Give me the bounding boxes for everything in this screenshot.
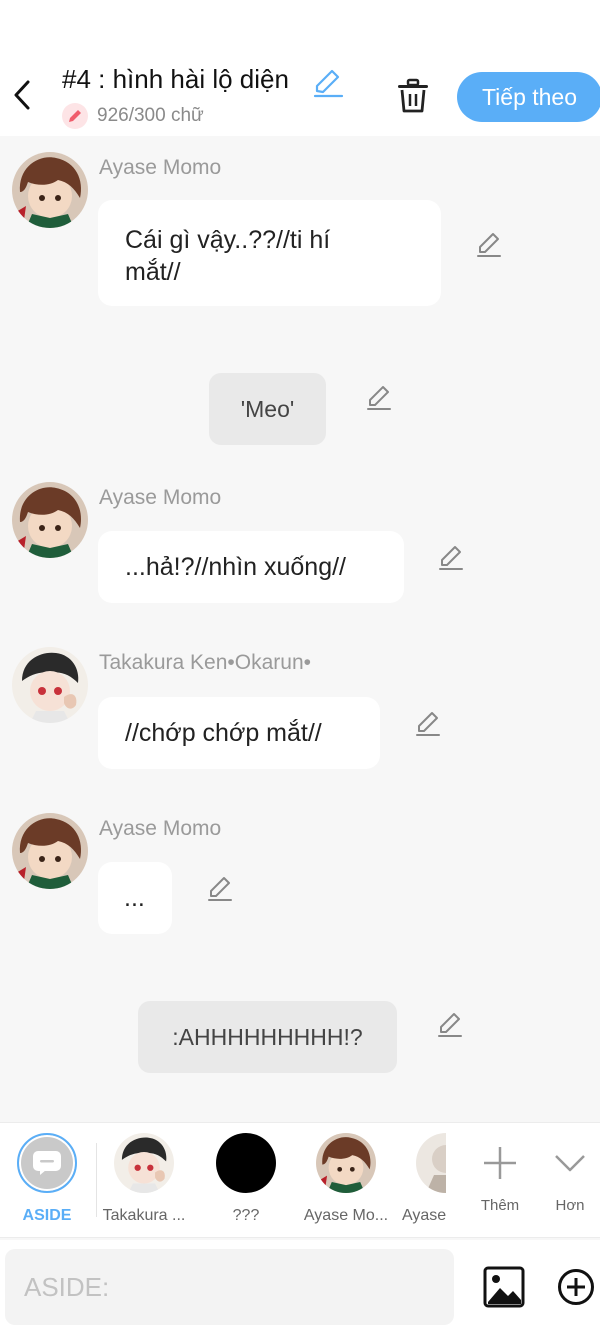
plus-icon bbox=[470, 1133, 530, 1193]
top-bar: #4 : hình hài lộ diện 926/300 chữ Tiếp t… bbox=[0, 0, 600, 136]
message-bubble[interactable]: Cái gì vậy..??//ti hí mắt// bbox=[98, 200, 441, 306]
aside-bubble[interactable]: 'Meo' bbox=[209, 373, 326, 445]
input-bar bbox=[0, 1240, 600, 1335]
message-bubble[interactable]: ...hả!?//nhìn xuống// bbox=[98, 531, 404, 603]
picker-label: ASIDE bbox=[22, 1207, 72, 1224]
edit-message-icon[interactable] bbox=[474, 230, 504, 260]
chevron-down-icon bbox=[540, 1133, 600, 1193]
aside-bubble[interactable]: :AHHHHHHHHH!? bbox=[138, 1001, 397, 1073]
message-input[interactable] bbox=[5, 1249, 454, 1325]
add-circle-icon[interactable] bbox=[557, 1268, 595, 1306]
back-icon[interactable] bbox=[10, 78, 38, 112]
edit-message-icon[interactable] bbox=[436, 543, 466, 573]
page-title: #4 : hình hài lộ diện bbox=[62, 64, 289, 94]
avatar-ayase-momo bbox=[316, 1133, 376, 1193]
picker-label: Ayase bbox=[402, 1207, 446, 1224]
picker-more-button[interactable]: Hơn bbox=[530, 1133, 600, 1214]
avatar-ayase bbox=[416, 1133, 446, 1193]
char-count-text: 926/300 chữ bbox=[97, 105, 204, 126]
edit-message-icon[interactable] bbox=[413, 709, 443, 739]
picker-label: ??? bbox=[232, 1207, 260, 1224]
pencil-badge-icon bbox=[62, 103, 88, 129]
message-bubble[interactable]: //chớp chớp mắt// bbox=[98, 697, 380, 769]
speaker-name: Ayase Momo bbox=[99, 817, 222, 840]
message-text-line: mắt// bbox=[125, 258, 181, 286]
next-button[interactable]: Tiếp theo bbox=[457, 72, 600, 122]
speaker-name: Ayase Momo bbox=[99, 486, 222, 509]
picker-item-unknown[interactable]: ??? bbox=[196, 1133, 296, 1225]
edit-message-icon[interactable] bbox=[205, 874, 235, 904]
picker-label: Hơn bbox=[555, 1197, 585, 1214]
avatar-ayase-momo[interactable] bbox=[12, 813, 88, 889]
avatar-ayase-momo[interactable] bbox=[12, 152, 88, 228]
edit-message-icon[interactable] bbox=[364, 383, 394, 413]
picker-item-aside[interactable]: ASIDE bbox=[0, 1133, 97, 1225]
char-count: 926/300 chữ bbox=[62, 102, 204, 130]
picker-label: Ayase Mo... bbox=[303, 1207, 389, 1224]
chat-icon bbox=[17, 1133, 77, 1193]
avatar-ayase-momo[interactable] bbox=[12, 482, 88, 558]
picker-label: Takakura ... bbox=[102, 1207, 186, 1224]
picker-item-ayase[interactable]: Ayase bbox=[398, 1133, 446, 1225]
picker-item-takakura[interactable]: Takakura ... bbox=[94, 1133, 194, 1225]
speaker-name: Ayase Momo bbox=[99, 156, 222, 179]
message-bubble[interactable]: ... bbox=[98, 862, 172, 934]
image-icon[interactable] bbox=[483, 1266, 525, 1308]
avatar-takakura-ken bbox=[114, 1133, 174, 1193]
avatar-takakura-ken[interactable] bbox=[12, 647, 88, 723]
message-text-line: Cái gì vậy..??//ti hí bbox=[125, 226, 331, 254]
character-picker: ASIDE Takakura ... ??? Ayase Mo... Ayase… bbox=[0, 1122, 600, 1238]
speaker-name: Takakura Ken•Okarun• bbox=[99, 651, 311, 674]
picker-item-ayase-momo[interactable]: Ayase Mo... bbox=[296, 1133, 396, 1225]
trash-icon[interactable] bbox=[396, 78, 430, 114]
edit-title-icon[interactable] bbox=[312, 68, 344, 100]
avatar-unknown bbox=[216, 1133, 276, 1193]
edit-message-icon[interactable] bbox=[435, 1010, 465, 1040]
